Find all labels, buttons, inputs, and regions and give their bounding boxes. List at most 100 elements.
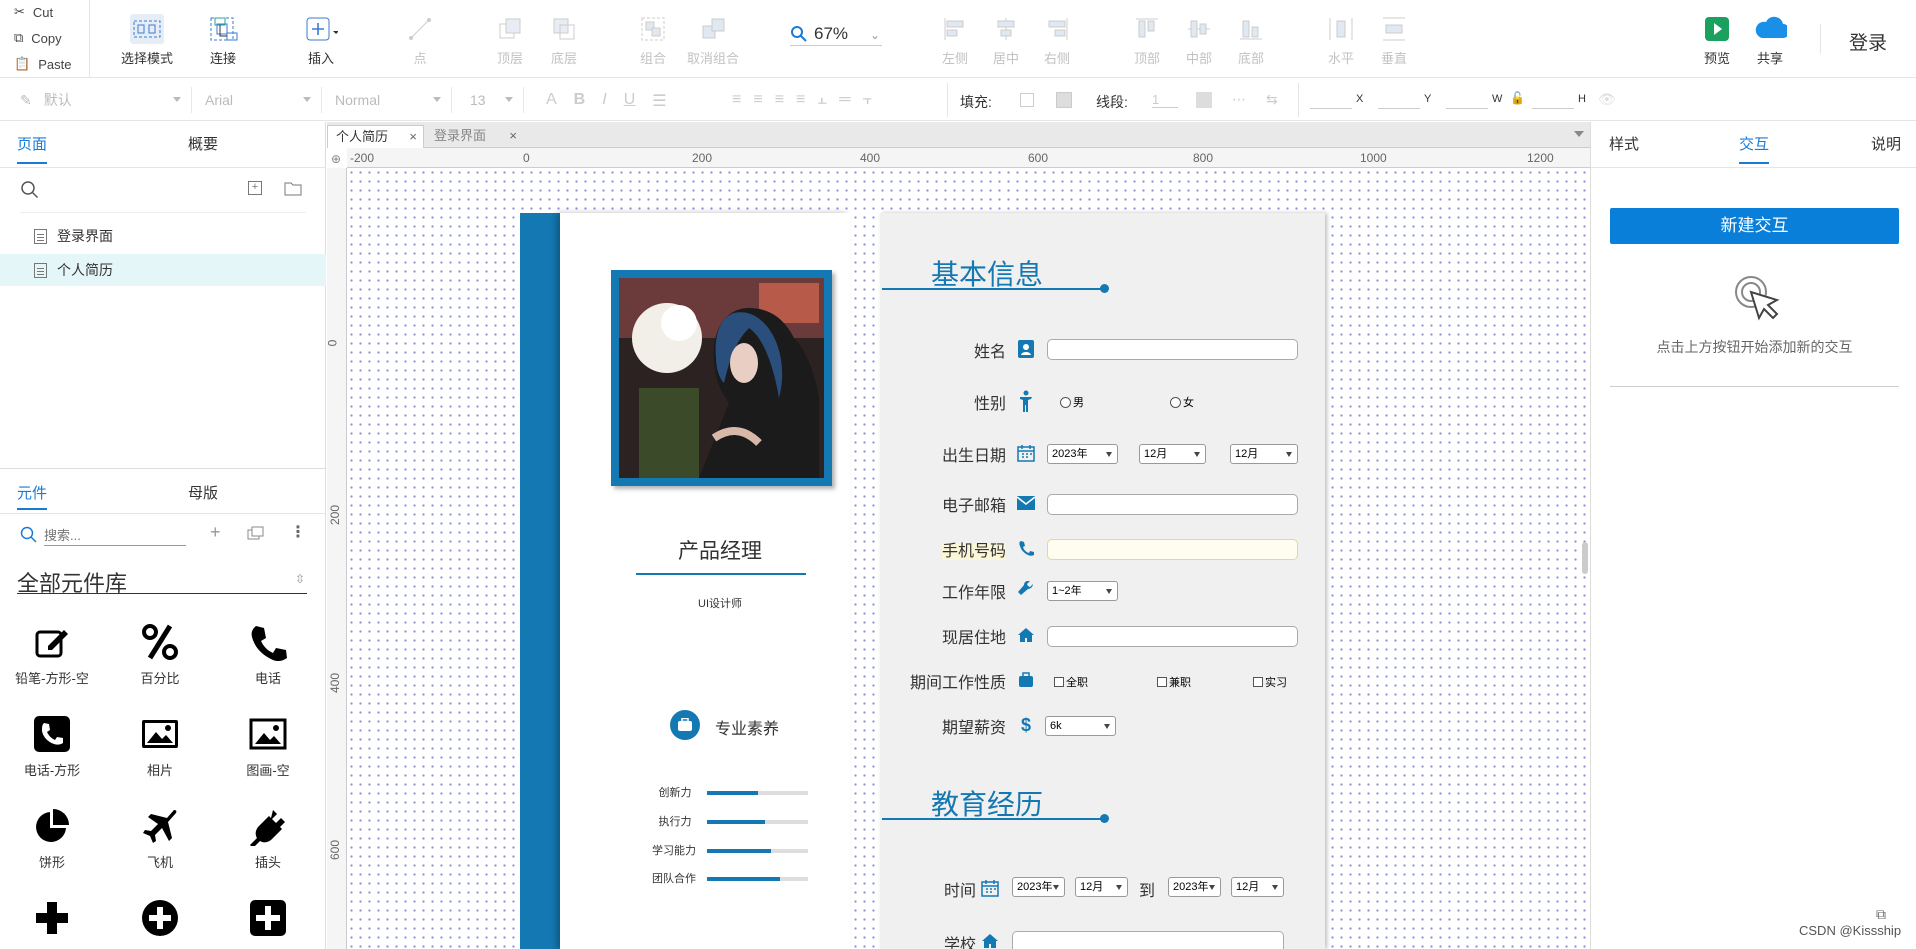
checkbox[interactable] (1157, 677, 1167, 687)
cut-button[interactable]: ✂ Cut (14, 4, 53, 20)
tab-widgets[interactable]: 元件 (17, 474, 48, 514)
edu-end-year-select[interactable]: 2023年 (1168, 877, 1221, 897)
valign-bottom-icon[interactable]: ⫟ (862, 91, 872, 109)
more-vertical-icon[interactable]: ⋮ (290, 522, 306, 542)
add-page-icon[interactable]: + (248, 181, 262, 195)
lib-item-plus[interactable] (7, 898, 97, 944)
text-align-right-icon[interactable]: ≡ (775, 91, 784, 109)
select-mode-button[interactable]: 选择模式 (111, 14, 183, 67)
arrow-style-icon[interactable]: ⇆ (1266, 91, 1278, 108)
birth-month-select[interactable]: 12月 (1139, 444, 1206, 464)
fill-color-swatch[interactable] (1020, 93, 1034, 107)
stroke-width-input[interactable]: 1 (1152, 92, 1178, 108)
edu-end-month-select[interactable]: 12月 (1231, 877, 1284, 897)
school-input[interactable] (1012, 931, 1284, 949)
lib-item-plus-circle[interactable] (115, 898, 205, 944)
lib-item-plane[interactable]: 飞机 (115, 806, 205, 871)
tab-style[interactable]: 样式 (1609, 122, 1639, 168)
stroke-pattern-icon[interactable]: ⋯ (1232, 91, 1246, 108)
lib-item-pencil-square[interactable]: 铅笔-方形-空 (7, 622, 97, 687)
search-icon[interactable] (20, 180, 40, 205)
align-right-button[interactable]: 右侧 (1021, 14, 1093, 67)
edu-start-month-select[interactable]: 12月 (1075, 877, 1128, 897)
name-input[interactable] (1047, 339, 1298, 360)
send-back-button[interactable]: 底层 (528, 14, 600, 67)
work-fulltime-option[interactable]: 全职 (1054, 674, 1088, 690)
lib-item-picture[interactable]: 图画-空 (223, 714, 313, 779)
edu-start-year-select[interactable]: 2023年 (1012, 877, 1065, 897)
lib-item-pie[interactable]: 饼形 (7, 806, 97, 871)
text-align-center-icon[interactable]: ≡ (753, 91, 762, 109)
point-button[interactable]: 点 (384, 14, 456, 67)
text-align-left-icon[interactable]: ≡ (732, 91, 741, 109)
login-link[interactable]: 登录 (1820, 28, 1916, 55)
h-input[interactable] (1532, 91, 1574, 109)
tabs-overflow-icon[interactable] (1574, 131, 1584, 137)
share-button[interactable]: 共享 (1734, 14, 1806, 67)
y-input[interactable] (1378, 91, 1420, 109)
email-input[interactable] (1047, 494, 1298, 515)
salary-select[interactable]: 6k (1045, 716, 1116, 736)
font-size-select[interactable]: 13 (462, 87, 524, 113)
stroke-color-swatch[interactable] (1196, 92, 1212, 108)
page-item-login[interactable]: 登录界面 (0, 220, 326, 252)
visibility-eye-icon[interactable]: 👁 (1598, 91, 1616, 108)
insert-button[interactable]: 插入 (285, 14, 357, 67)
connect-button[interactable]: 连接 (187, 14, 259, 67)
copy-button[interactable]: ⧉ Copy (14, 30, 62, 46)
tab-pages[interactable]: 页面 (17, 122, 48, 168)
style-select[interactable]: ✎ 默认 (12, 87, 192, 113)
fill-shadow-swatch[interactable] (1056, 92, 1072, 108)
lib-item-percent[interactable]: 百分比 (115, 622, 205, 687)
gender-female-option[interactable]: 女 (1170, 394, 1194, 410)
ungroup-button[interactable]: 取消组合 (677, 14, 749, 67)
restore-window-icon[interactable]: ⧉ (1876, 906, 1886, 923)
birth-year-select[interactable]: 2023年 (1047, 444, 1118, 464)
zoom-select[interactable]: 67% ⌄ (790, 22, 882, 46)
align-bottom-button[interactable]: 底部 (1215, 14, 1287, 67)
tab-outline[interactable]: 概要 (188, 122, 218, 168)
radio-button[interactable] (1060, 396, 1071, 408)
library-select[interactable]: 全部元件库 ⇳ (17, 566, 307, 596)
library-menu-icon[interactable] (247, 525, 265, 546)
text-justify-icon[interactable]: ≡ (796, 91, 805, 109)
tab-notes[interactable]: 说明 (1871, 122, 1901, 168)
birth-day-select[interactable]: 12月 (1230, 444, 1298, 464)
font-select[interactable]: Arial (197, 87, 322, 113)
tab-interaction[interactable]: 交互 (1739, 122, 1770, 168)
checkbox[interactable] (1253, 677, 1263, 687)
doc-tab-login[interactable]: 登录界面 × (426, 125, 523, 148)
close-icon[interactable]: × (409, 126, 417, 148)
lib-item-phone-square[interactable]: 电话-方形 (7, 714, 97, 779)
list-icon[interactable]: ☰ (652, 91, 666, 111)
italic-icon[interactable]: I (602, 91, 606, 111)
checkbox[interactable] (1054, 677, 1064, 687)
valign-middle-icon[interactable]: ═ (839, 91, 850, 109)
canvas-scrollbar[interactable] (1582, 542, 1588, 574)
font-color-icon[interactable]: A (546, 91, 557, 111)
phone-input[interactable] (1047, 539, 1298, 560)
lib-item-phone[interactable]: 电话 (223, 622, 313, 687)
x-input[interactable] (1310, 91, 1352, 109)
work-parttime-option[interactable]: 兼职 (1157, 674, 1191, 690)
address-input[interactable] (1047, 626, 1298, 647)
years-select[interactable]: 1~2年 (1047, 581, 1118, 601)
page-item-resume[interactable]: 个人简历 (0, 254, 326, 286)
lock-icon[interactable]: 🔓 (1510, 91, 1525, 105)
work-intern-option[interactable]: 实习 (1253, 674, 1287, 690)
gender-male-option[interactable]: 男 (1060, 394, 1084, 410)
w-input[interactable] (1446, 91, 1488, 109)
doc-tab-resume[interactable]: 个人简历 × (327, 125, 424, 148)
valign-top-icon[interactable]: ⫠ (817, 91, 827, 109)
new-interaction-button[interactable]: 新建交互 (1610, 208, 1899, 244)
lib-item-plus-square[interactable] (223, 898, 313, 944)
close-icon[interactable]: × (509, 125, 517, 147)
radio-button[interactable] (1170, 396, 1181, 408)
add-folder-icon[interactable] (284, 181, 302, 201)
distribute-vertical-button[interactable]: 垂直 (1358, 14, 1430, 67)
underline-icon[interactable]: U (624, 91, 636, 111)
lib-item-photo[interactable]: 相片 (115, 714, 205, 779)
paste-button[interactable]: 📋 Paste (14, 56, 71, 72)
add-library-icon[interactable]: + (210, 522, 221, 543)
tab-masters[interactable]: 母版 (188, 474, 218, 514)
